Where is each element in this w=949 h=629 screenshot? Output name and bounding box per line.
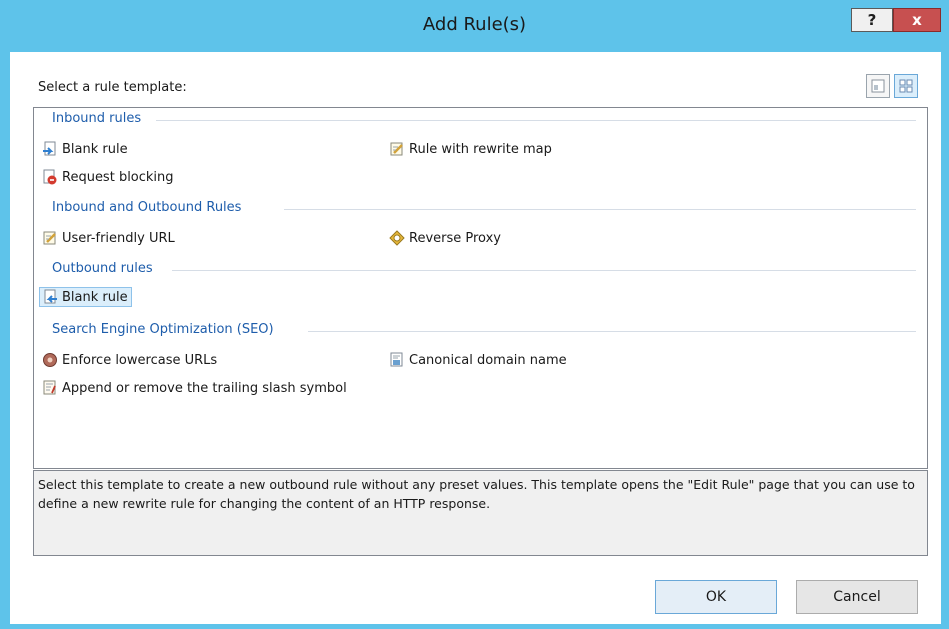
template-request-blocking[interactable]: Request blocking bbox=[42, 167, 177, 187]
group-header-outbound: Outbound rules bbox=[52, 261, 153, 276]
template-user-friendly-url[interactable]: User-friendly URL bbox=[42, 228, 178, 248]
template-trailing-slash[interactable]: Append or remove the trailing slash symb… bbox=[42, 378, 350, 398]
group-header-inbound-outbound: Inbound and Outbound Rules bbox=[52, 200, 242, 215]
group-divider bbox=[156, 120, 916, 121]
group-divider bbox=[308, 331, 916, 332]
template-label: Blank rule bbox=[62, 141, 128, 157]
dialog-title: Add Rule(s) bbox=[422, 14, 527, 35]
reverse-proxy-icon bbox=[389, 230, 405, 246]
title-bar[interactable]: Add Rule(s) ? x bbox=[0, 0, 949, 52]
template-label: Reverse Proxy bbox=[409, 230, 501, 246]
rule-template-list[interactable]: Inbound rules Blank rule Rule with rewri… bbox=[33, 107, 928, 469]
template-reverse-proxy[interactable]: Reverse Proxy bbox=[389, 228, 504, 248]
list-view-button[interactable] bbox=[866, 74, 890, 98]
template-label: Blank rule bbox=[62, 289, 128, 305]
group-header-seo: Search Engine Optimization (SEO) bbox=[52, 322, 274, 337]
add-rules-dialog: Add Rule(s) ? x Select a rule template: … bbox=[0, 0, 949, 629]
list-view-icon bbox=[871, 79, 885, 93]
template-inbound-blank-rule[interactable]: Blank rule bbox=[42, 139, 131, 159]
lowercase-urls-icon bbox=[43, 353, 57, 367]
template-label: Rule with rewrite map bbox=[409, 141, 552, 157]
group-divider bbox=[172, 270, 916, 271]
template-rule-with-rewrite-map[interactable]: Rule with rewrite map bbox=[389, 139, 555, 159]
template-label: Enforce lowercase URLs bbox=[62, 352, 218, 368]
group-divider bbox=[284, 209, 916, 210]
help-button[interactable]: ? bbox=[851, 8, 893, 32]
ok-button[interactable]: OK bbox=[655, 580, 777, 614]
template-label: User-friendly URL bbox=[62, 230, 175, 246]
outbound-blank-rule-icon bbox=[44, 289, 57, 304]
template-label: Canonical domain name bbox=[409, 352, 567, 368]
template-prompt-label: Select a rule template: bbox=[38, 80, 187, 95]
close-button[interactable]: x bbox=[893, 8, 941, 32]
template-description: Select this template to create a new out… bbox=[33, 470, 928, 556]
trailing-slash-icon bbox=[43, 380, 56, 395]
template-label: Request blocking bbox=[62, 169, 174, 185]
template-outbound-blank-rule[interactable]: Blank rule bbox=[39, 287, 132, 307]
tiles-view-button[interactable] bbox=[894, 74, 918, 98]
template-label: Append or remove the trailing slash symb… bbox=[62, 380, 347, 396]
user-friendly-url-icon bbox=[43, 231, 56, 245]
template-canonical-domain-name[interactable]: Canonical domain name bbox=[389, 350, 570, 370]
request-blocking-icon bbox=[43, 169, 57, 185]
tiles-view-icon bbox=[899, 79, 913, 93]
dialog-body: Select a rule template: Inbound rules Bl… bbox=[10, 52, 941, 624]
canonical-domain-icon bbox=[390, 352, 403, 367]
template-enforce-lowercase-urls[interactable]: Enforce lowercase URLs bbox=[42, 350, 220, 370]
rewrite-map-icon bbox=[390, 142, 403, 156]
group-header-inbound: Inbound rules bbox=[52, 111, 142, 126]
inbound-blank-rule-icon bbox=[43, 141, 56, 156]
cancel-button[interactable]: Cancel bbox=[796, 580, 918, 614]
